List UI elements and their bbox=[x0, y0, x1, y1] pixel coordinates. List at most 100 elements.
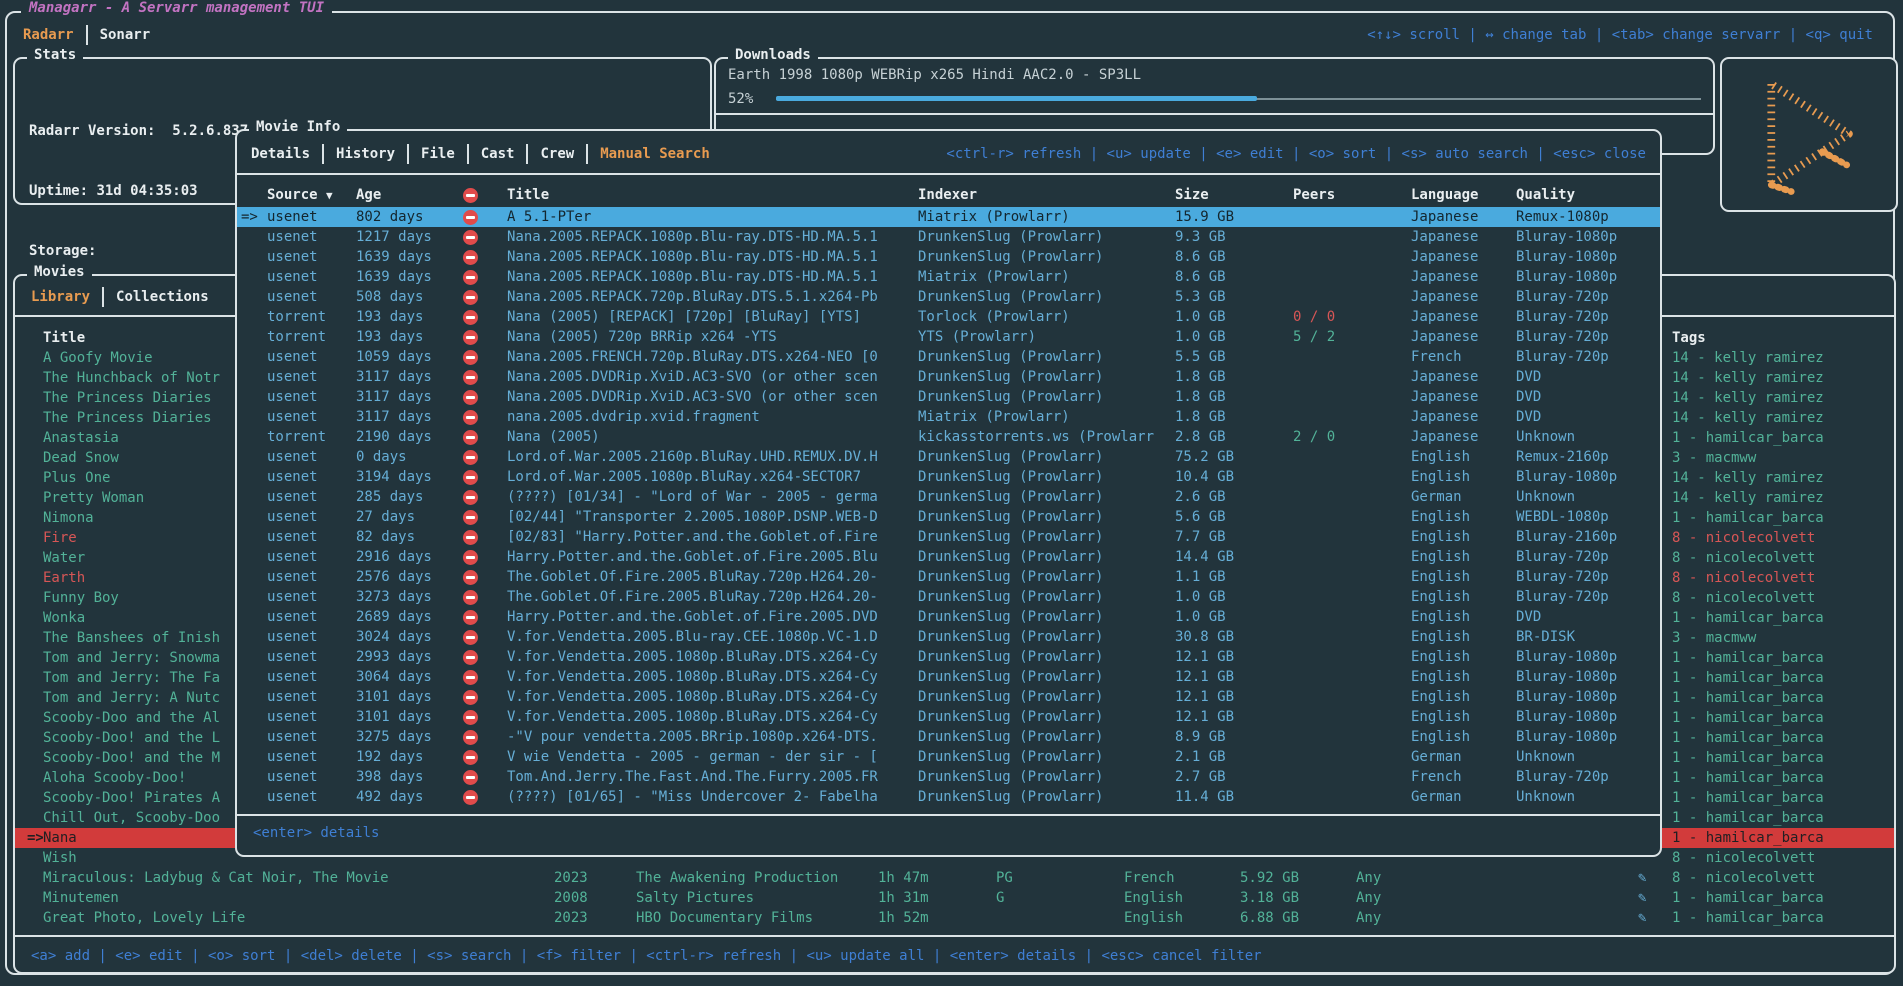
column-tags[interactable]: Tags bbox=[1672, 328, 1894, 348]
release-row[interactable]: usenet 3101 days V.for.Vendetta.2005.108… bbox=[237, 687, 1660, 707]
release-row[interactable]: usenet 27 days [02/44] "Transporter 2.20… bbox=[237, 507, 1660, 527]
movies-shortcuts-help: <a> add | <e> edit | <o> sort | <del> de… bbox=[31, 948, 1262, 964]
release-row[interactable]: usenet 3273 days The.Goblet.Of.Fire.2005… bbox=[237, 587, 1660, 607]
movie-tag: 1 - hamilcar_barca bbox=[1672, 788, 1894, 808]
movie-tag: 14 - kelly ramirez bbox=[1672, 368, 1894, 388]
release-indexer: DrunkenSlug (Prowlarr) bbox=[918, 707, 1175, 727]
release-row[interactable]: torrent 193 days Nana (2005) 720p BRRip … bbox=[237, 327, 1660, 347]
movie-title[interactable]: Minutemen bbox=[43, 888, 554, 908]
release-title: Nana.2005.REPACK.1080p.Blu-ray.DTS-HD.MA… bbox=[507, 227, 918, 247]
release-quality: Bluray-1080p bbox=[1516, 707, 1660, 727]
release-row[interactable]: usenet 3194 days Lord.of.War.2005.1080p.… bbox=[237, 467, 1660, 487]
release-quality: Bluray-720p bbox=[1516, 547, 1660, 567]
column-size[interactable]: Size bbox=[1175, 185, 1293, 205]
release-size: 10.4 GB bbox=[1175, 467, 1293, 487]
release-row[interactable]: usenet 3117 days Nana.2005.DVDRip.XviD.A… bbox=[237, 387, 1660, 407]
selected-arrow bbox=[241, 487, 267, 507]
release-row[interactable]: usenet 192 days V wie Vendetta - 2005 - … bbox=[237, 747, 1660, 767]
tab-details[interactable]: Details bbox=[251, 146, 310, 162]
column-indexer[interactable]: Indexer bbox=[918, 185, 1175, 205]
movie-row[interactable]: Great Photo, Lovely Life 2023 HBO Docume… bbox=[15, 908, 1894, 928]
release-rejected bbox=[463, 707, 507, 727]
tab-crew[interactable]: Crew bbox=[540, 146, 574, 162]
release-row[interactable]: usenet 1639 days Nana.2005.REPACK.1080p.… bbox=[237, 247, 1660, 267]
tab-file[interactable]: File bbox=[421, 146, 455, 162]
monitored-icon: ✎ bbox=[1638, 888, 1672, 908]
selected-arrow bbox=[15, 588, 43, 608]
release-peers: 5 / 2 bbox=[1293, 327, 1411, 347]
release-row[interactable]: usenet 3064 days V.for.Vendetta.2005.108… bbox=[237, 667, 1660, 687]
release-row[interactable]: usenet 398 days Tom.And.Jerry.The.Fast.A… bbox=[237, 767, 1660, 787]
column-release-title[interactable]: Title bbox=[507, 185, 918, 205]
release-quality: Bluray-1080p bbox=[1516, 647, 1660, 667]
selected-arrow bbox=[241, 627, 267, 647]
column-rejected[interactable] bbox=[463, 185, 507, 205]
tab-collections[interactable]: Collections bbox=[116, 289, 209, 305]
column-peers[interactable]: Peers bbox=[1293, 185, 1411, 205]
release-row[interactable]: usenet 3275 days -"V pour vendetta.2005.… bbox=[237, 727, 1660, 747]
release-row[interactable]: usenet 3117 days Nana.2005.DVDRip.XviD.A… bbox=[237, 367, 1660, 387]
release-indexer: Miatrix (Prowlarr) bbox=[918, 407, 1175, 427]
release-row[interactable]: usenet 2916 days Harry.Potter.and.the.Go… bbox=[237, 547, 1660, 567]
release-age: 3101 days bbox=[356, 687, 463, 707]
release-source: torrent bbox=[267, 307, 356, 327]
release-row[interactable]: usenet 2993 days V.for.Vendetta.2005.108… bbox=[237, 647, 1660, 667]
movie-runtime: 1h 47m bbox=[878, 868, 996, 888]
release-row[interactable]: usenet 2576 days The.Goblet.Of.Fire.2005… bbox=[237, 567, 1660, 587]
no-entry-icon bbox=[463, 750, 478, 765]
release-quality: DVD bbox=[1516, 607, 1660, 627]
tab-cast[interactable]: Cast bbox=[481, 146, 515, 162]
release-quality: Bluray-1080p bbox=[1516, 267, 1660, 287]
column-quality[interactable]: Quality bbox=[1516, 185, 1660, 205]
search-table-rows: => usenet 802 days A 5.1-PTer Miatrix (P… bbox=[237, 207, 1660, 807]
movie-tag: 8 - nicolecolvett bbox=[1672, 868, 1894, 888]
release-row[interactable]: usenet 1059 days Nana.2005.FRENCH.720p.B… bbox=[237, 347, 1660, 367]
tab-history[interactable]: History bbox=[336, 146, 395, 162]
tab-sonarr[interactable]: Sonarr bbox=[100, 27, 151, 43]
movie-title[interactable]: Miraculous: Ladybug & Cat Noir, The Movi… bbox=[43, 868, 554, 888]
movie-tag: 1 - hamilcar_barca bbox=[1672, 688, 1894, 708]
release-row[interactable]: usenet 82 days [02/83] "Harry.Potter.and… bbox=[237, 527, 1660, 547]
release-source: usenet bbox=[267, 527, 356, 547]
release-peers bbox=[1293, 207, 1411, 227]
version-label: Radarr Version: bbox=[29, 123, 172, 139]
tab-library[interactable]: Library bbox=[31, 289, 90, 305]
selected-arrow bbox=[241, 567, 267, 587]
movie-quality-profile: Any bbox=[1356, 868, 1638, 888]
movie-year: 2023 bbox=[554, 908, 636, 928]
selected-arrow bbox=[15, 408, 43, 428]
release-peers bbox=[1293, 507, 1411, 527]
release-age: 2993 days bbox=[356, 647, 463, 667]
movie-tag: 1 - hamilcar_barca bbox=[1672, 908, 1894, 928]
tab-separator bbox=[407, 144, 409, 164]
release-row[interactable]: usenet 508 days Nana.2005.REPACK.720p.Bl… bbox=[237, 287, 1660, 307]
release-row[interactable]: => usenet 802 days A 5.1-PTer Miatrix (P… bbox=[237, 207, 1660, 227]
release-row[interactable]: usenet 1217 days Nana.2005.REPACK.1080p.… bbox=[237, 227, 1660, 247]
release-row[interactable]: usenet 285 days (????) [01/34] - "Lord o… bbox=[237, 487, 1660, 507]
release-row[interactable]: usenet 3024 days V.for.Vendetta.2005.Blu… bbox=[237, 627, 1660, 647]
tab-manual-search[interactable]: Manual Search bbox=[600, 146, 710, 162]
release-peers bbox=[1293, 547, 1411, 567]
release-row[interactable]: usenet 3101 days V.for.Vendetta.2005.108… bbox=[237, 707, 1660, 727]
selected-arrow bbox=[15, 688, 43, 708]
release-row[interactable]: torrent 2190 days Nana (2005) kickasstor… bbox=[237, 427, 1660, 447]
release-title: A 5.1-PTer bbox=[507, 207, 918, 227]
movie-row[interactable]: Miraculous: Ladybug & Cat Noir, The Movi… bbox=[15, 868, 1894, 888]
release-row[interactable]: usenet 0 days Lord.of.War.2005.2160p.Blu… bbox=[237, 447, 1660, 467]
column-language[interactable]: Language bbox=[1411, 185, 1516, 205]
column-source[interactable]: Source ▼ bbox=[267, 185, 356, 205]
release-row[interactable]: usenet 2689 days Harry.Potter.and.the.Go… bbox=[237, 607, 1660, 627]
release-language: German bbox=[1411, 487, 1516, 507]
modal-shortcuts-help: <ctrl-r> refresh | <u> update | <e> edit… bbox=[946, 146, 1646, 162]
no-entry-icon bbox=[463, 210, 478, 225]
release-row[interactable]: usenet 492 days (????) [01/65] - "Miss U… bbox=[237, 787, 1660, 807]
movie-row[interactable]: Minutemen 2008 Salty Pictures 1h 31m G E… bbox=[15, 888, 1894, 908]
release-row[interactable]: usenet 1639 days Nana.2005.REPACK.1080p.… bbox=[237, 267, 1660, 287]
column-age[interactable]: Age bbox=[356, 185, 463, 205]
release-row[interactable]: torrent 193 days Nana (2005) [REPACK] [7… bbox=[237, 307, 1660, 327]
selected-arrow bbox=[241, 527, 267, 547]
selected-arrow bbox=[15, 768, 43, 788]
movie-title[interactable]: Great Photo, Lovely Life bbox=[43, 908, 554, 928]
tab-radarr[interactable]: Radarr bbox=[23, 27, 74, 43]
release-row[interactable]: usenet 3117 days nana.2005.dvdrip.xvid.f… bbox=[237, 407, 1660, 427]
